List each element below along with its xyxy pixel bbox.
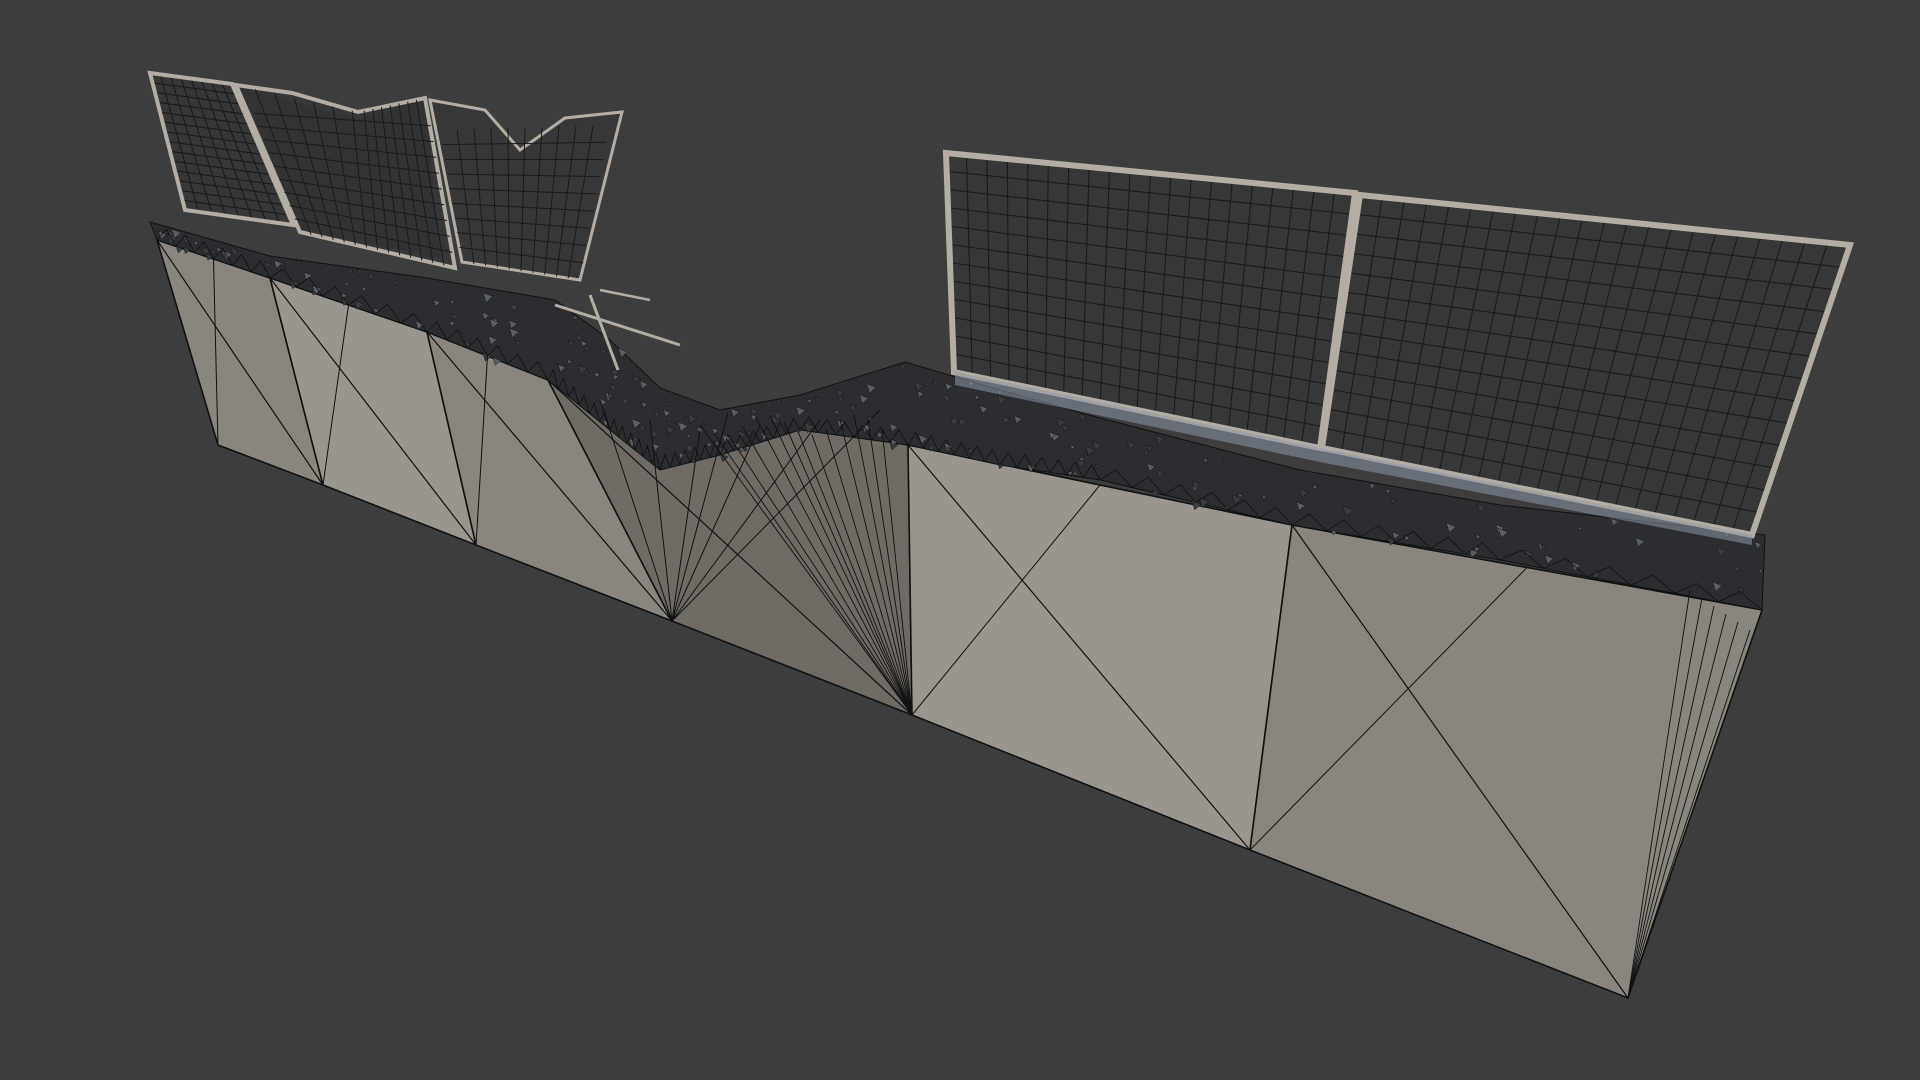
bent-rebar xyxy=(599,288,651,302)
wall-model-render xyxy=(147,70,1855,1000)
3d-viewport[interactable] xyxy=(0,0,1920,1080)
wall-segment xyxy=(1249,524,1764,1000)
